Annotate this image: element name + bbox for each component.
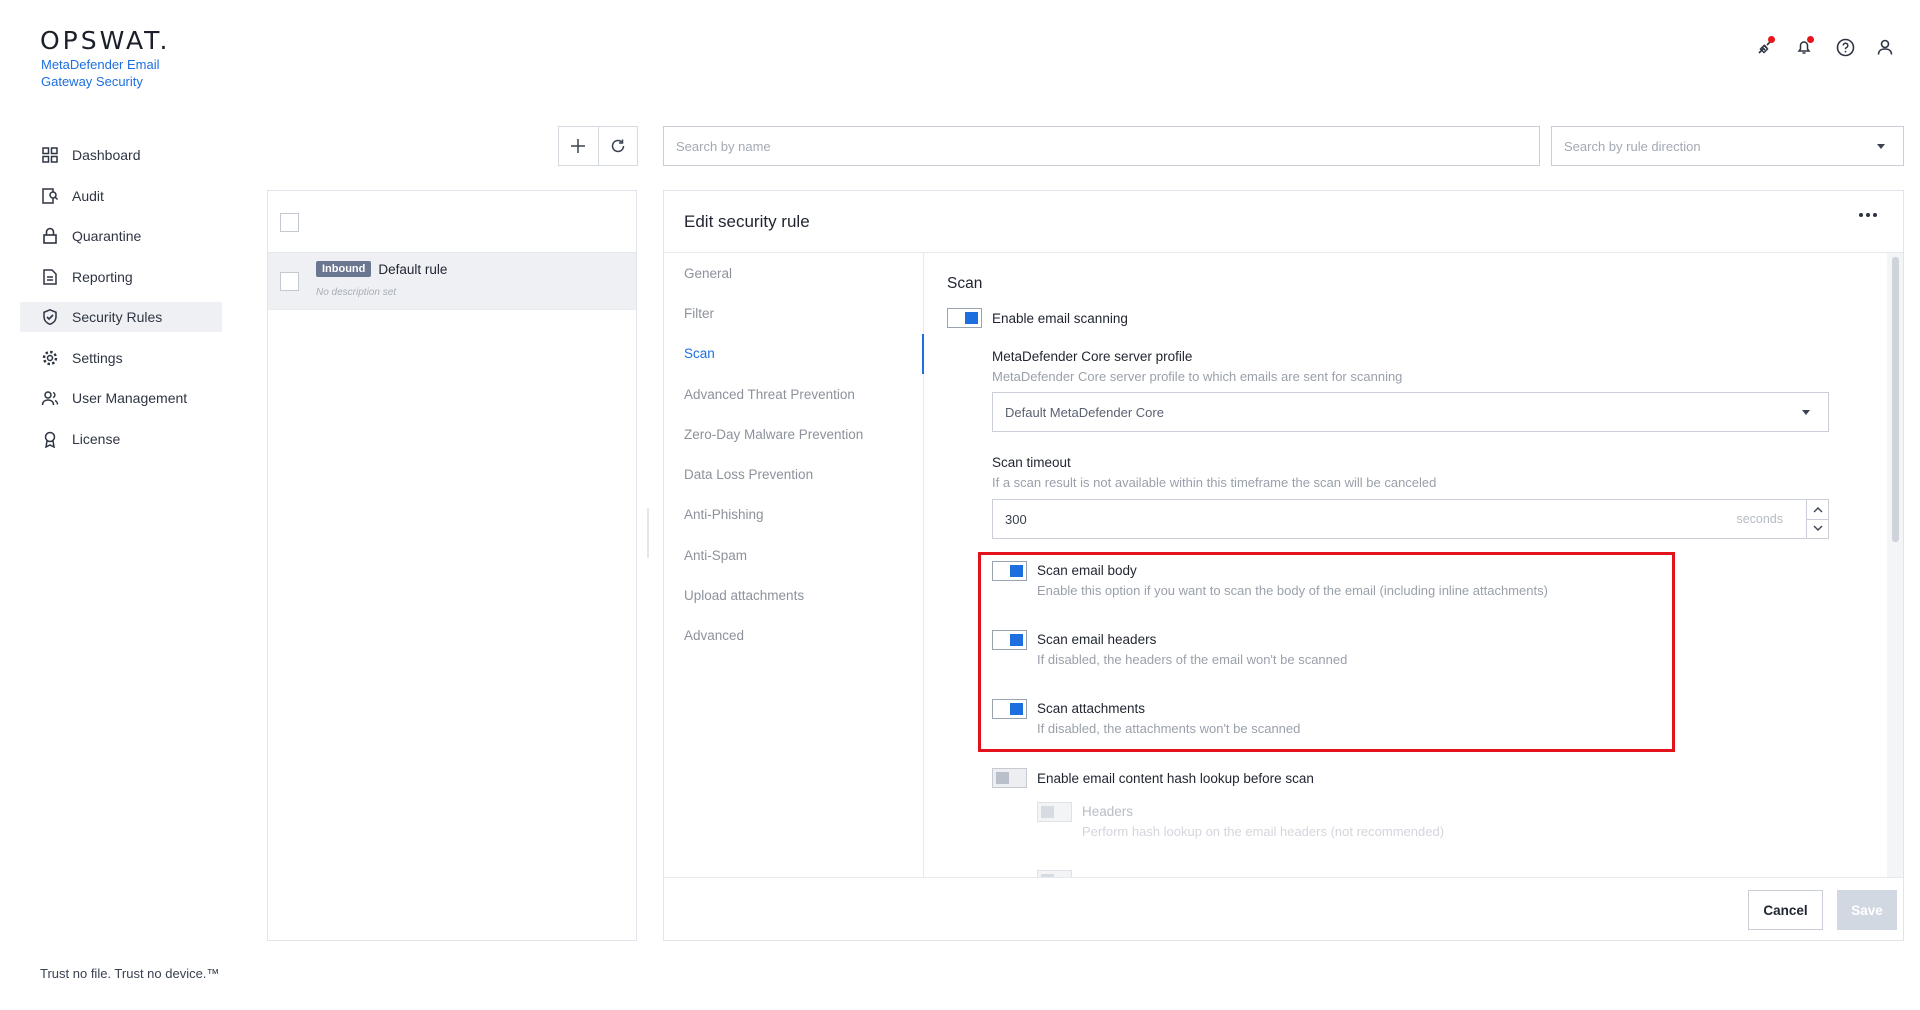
tab-filter[interactable]: Filter — [664, 293, 923, 333]
cancel-button[interactable]: Cancel — [1748, 890, 1823, 930]
tab-scan[interactable]: Scan — [664, 333, 924, 374]
tab-general[interactable]: General — [664, 253, 923, 293]
hash-headers-title: Headers — [1082, 804, 1134, 819]
tab-upload-attachments[interactable]: Upload attachments — [664, 575, 923, 615]
tab-anti-phishing[interactable]: Anti-Phishing — [664, 495, 923, 535]
enable-scanning-toggle[interactable] — [947, 308, 982, 328]
hash-lookup-toggle[interactable] — [992, 768, 1027, 788]
sidebar-item-user-management[interactable]: User Management — [20, 383, 222, 413]
scan-timeout-input[interactable]: 300 seconds — [992, 499, 1829, 539]
sidebar-item-label: Reporting — [72, 268, 133, 285]
search-name-input[interactable]: Search by name — [663, 126, 1540, 166]
tab-advanced-threat-prevention[interactable]: Advanced Threat Prevention — [664, 374, 923, 414]
tab-data-loss-prevention[interactable]: Data Loss Prevention — [664, 454, 923, 494]
resize-handle[interactable] — [647, 508, 649, 558]
scan-timeout-value: 300 — [1005, 511, 1027, 527]
edit-tabs: General Filter Scan Advanced Threat Prev… — [664, 253, 924, 877]
scan-timeout-title: Scan timeout — [992, 455, 1071, 470]
direction-badge: Inbound — [316, 261, 372, 277]
hash-attachments-toggle[interactable] — [1037, 870, 1072, 877]
product-name: MetaDefender Email Gateway Security — [41, 57, 160, 89]
scan-timeout-unit: seconds — [1736, 512, 1783, 526]
edit-footer: Cancel Save — [664, 877, 1903, 940]
section-title: Scan — [947, 275, 983, 292]
row-checkbox[interactable] — [280, 272, 299, 291]
opswat-logo[interactable]: OPSWAT. — [40, 26, 170, 55]
sidebar-item-quarantine[interactable]: Quarantine — [20, 221, 222, 251]
server-profile-select[interactable]: Default MetaDefender Core — [992, 392, 1829, 432]
hash-headers-desc: Perform hash lookup on the email headers… — [1082, 824, 1445, 839]
tab-advanced[interactable]: Advanced — [664, 616, 923, 656]
sidebar-item-label: Quarantine — [72, 228, 142, 244]
server-profile-desc: MetaDefender Core server profile to whic… — [992, 369, 1403, 384]
content-scrollbar[interactable] — [1887, 253, 1903, 877]
table-row[interactable]: Inbound Default rule No description set — [268, 252, 636, 310]
license-icon — [44, 431, 56, 448]
refresh-button[interactable] — [597, 127, 638, 165]
help-icon[interactable] — [1834, 36, 1856, 58]
rule-description: No description set — [316, 287, 397, 298]
report-icon — [43, 268, 57, 285]
hash-headers-toggle[interactable] — [1037, 802, 1072, 822]
more-options-icon[interactable] — [1859, 213, 1877, 217]
gear-icon — [42, 350, 58, 365]
chevron-up-icon[interactable] — [1813, 506, 1823, 513]
sidebar-item-label: Settings — [72, 349, 123, 366]
server-profile-title: MetaDefender Core server profile — [992, 349, 1193, 364]
plus-icon — [571, 139, 586, 153]
sidebar-item-label: Audit — [72, 187, 104, 204]
search-direction-placeholder: Search by rule direction — [1564, 138, 1701, 154]
timeout-stepper[interactable] — [1806, 500, 1828, 538]
enable-scanning-label: Enable email scanning — [992, 310, 1128, 326]
refresh-icon — [611, 139, 624, 153]
select-all-checkbox[interactable] — [280, 213, 299, 232]
lock-icon — [43, 227, 57, 244]
shield-check-icon — [43, 308, 57, 326]
sidebar-item-label: Dashboard — [72, 147, 141, 163]
bell-icon[interactable] — [1793, 36, 1815, 58]
add-rule-button[interactable] — [559, 127, 598, 165]
dashboard-icon — [42, 147, 58, 163]
rule-toolbar — [558, 126, 638, 166]
sidebar-item-label: License — [72, 430, 121, 447]
audit-icon — [42, 187, 59, 204]
search-direction-select[interactable]: Search by rule direction — [1551, 126, 1904, 166]
option-hash-headers: Headers Perform hash lookup on the email… — [1037, 802, 1444, 839]
rules-list: Inbound Default rule No description set — [267, 190, 637, 941]
chevron-down-icon — [1802, 410, 1810, 415]
option-hash-lookup: Enable email content hash lookup before … — [992, 768, 1314, 788]
hash-lookup-label: Enable email content hash lookup before … — [1037, 770, 1314, 786]
tagline: Trust no file. Trust no device.™ — [40, 966, 220, 981]
chevron-down-icon — [1877, 144, 1885, 149]
sidebar-item-license[interactable]: License — [20, 424, 222, 454]
user-icon[interactable] — [1874, 36, 1896, 58]
users-icon — [41, 391, 59, 406]
scan-timeout-desc: If a scan result is not available within… — [992, 475, 1437, 490]
sidebar-item-audit[interactable]: Audit — [20, 181, 222, 211]
sidebar-item-security-rules[interactable]: Security Rules — [20, 302, 222, 332]
page-title: Edit security rule — [684, 211, 810, 231]
tab-zero-day-malware-prevention[interactable]: Zero-Day Malware Prevention — [664, 414, 923, 454]
integration-icon[interactable] — [1754, 36, 1776, 58]
edit-header: Edit security rule — [664, 191, 1903, 253]
server-profile-value: Default MetaDefender Core — [1005, 404, 1164, 420]
save-button[interactable]: Save — [1837, 890, 1897, 930]
sidebar-item-dashboard[interactable]: Dashboard — [20, 140, 222, 170]
sidebar-item-label: Security Rules — [72, 309, 163, 325]
rule-name: Default rule — [378, 261, 448, 277]
highlight-box — [978, 552, 1675, 752]
tab-anti-spam[interactable]: Anti-Spam — [664, 535, 923, 575]
sidebar-item-label: User Management — [72, 390, 188, 406]
chevron-down-icon[interactable] — [1813, 525, 1823, 532]
sidebar-nav: Dashboard Audit Quarantine Reporting Sec… — [20, 140, 222, 464]
sidebar-item-settings[interactable]: Settings — [20, 343, 222, 373]
sidebar-item-reporting[interactable]: Reporting — [20, 262, 222, 292]
